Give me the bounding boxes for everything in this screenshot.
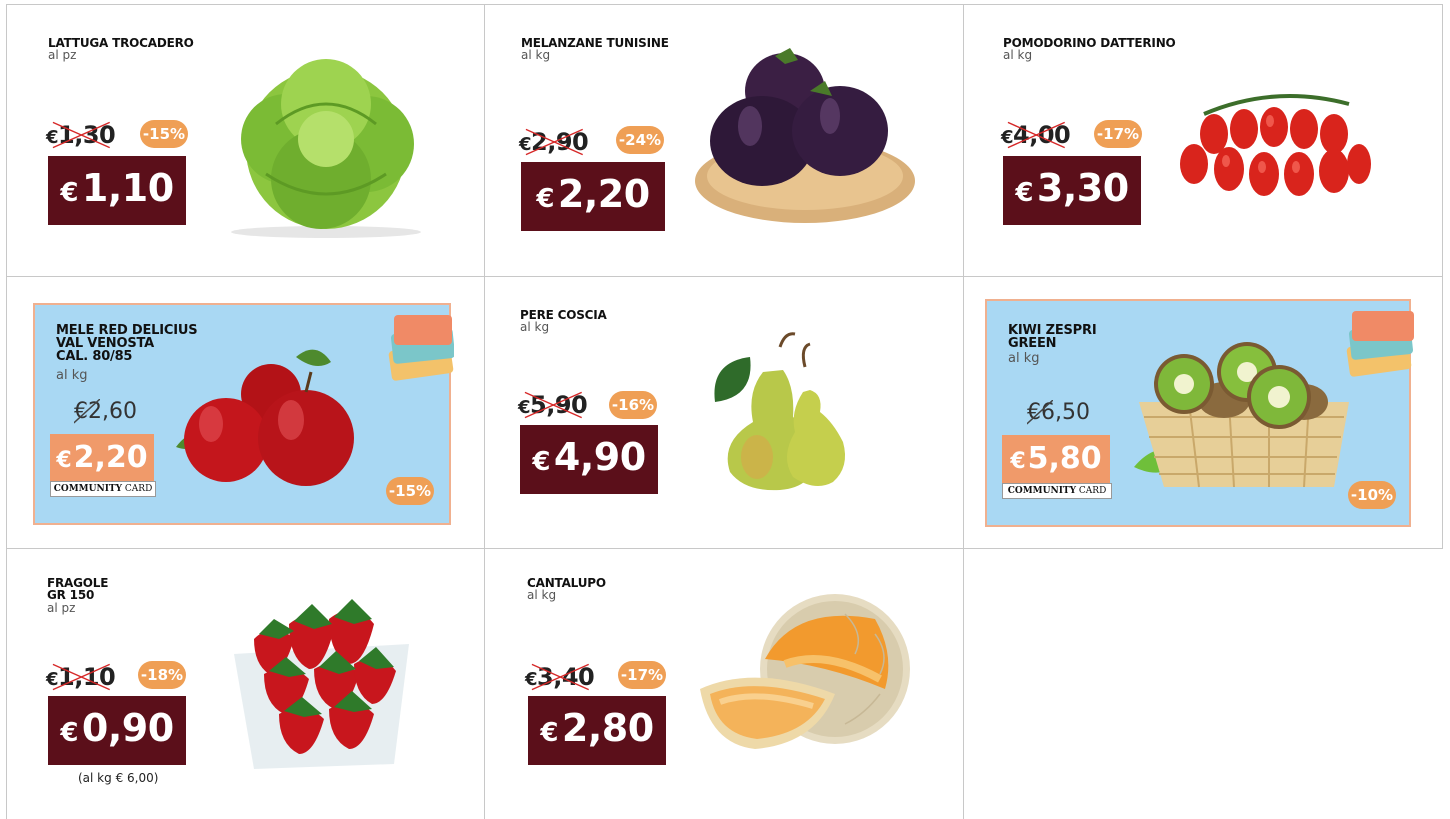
sale-price: €2,20 (521, 162, 665, 231)
old-price: €6,50 (1027, 400, 1090, 425)
community-card-price: €5,80 (1002, 435, 1110, 486)
product-name: KIWI ZESPRI GREEN (1008, 323, 1097, 351)
sale-price: €1,10 (48, 156, 186, 225)
product-card-pere[interactable]: PERE COSCIA al kg €5,90 -16% €4,90 (485, 277, 964, 548)
product-unit: al kg (56, 368, 88, 383)
product-card-melanzane[interactable]: MELANZANE TUNISINE al kg €2,90 -24% €2,2… (485, 4, 964, 276)
price-per-kg: (al kg € 6,00) (78, 771, 159, 785)
product-unit: al kg (1008, 351, 1040, 366)
old-price: €1,30 (46, 121, 116, 149)
old-price: €5,90 (518, 391, 588, 419)
product-unit: al kg (527, 588, 557, 602)
community-card-icon (384, 313, 454, 383)
sale-price: €0,90 (48, 696, 186, 765)
product-card-lattuga[interactable]: LATTUGA TROCADERO al pz €1,30 -15% €1,10 (6, 4, 484, 276)
sale-price: €4,90 (520, 425, 658, 494)
melon-image (700, 594, 910, 749)
community-card-label: COMMUNITY CARD (1002, 483, 1112, 499)
product-name: FRAGOLE GR 150 (47, 576, 109, 602)
product-unit: al kg (521, 48, 551, 62)
apple-image (176, 349, 354, 486)
kiwi-image (1134, 342, 1349, 488)
discount-badge: -17% (1094, 120, 1142, 148)
product-card-fragole[interactable]: FRAGOLE GR 150 al pz €1,10 -18% €0,90 (a… (6, 549, 484, 819)
discount-badge: -15% (140, 120, 188, 148)
community-card-price: €2,20 (50, 434, 154, 485)
product-card-pomodorino[interactable]: POMODORINO DATTERINO al kg €4,00 -17% €3… (964, 4, 1443, 276)
discount-badge: -18% (138, 661, 186, 689)
old-price: €2,60 (74, 399, 137, 424)
pear-image (714, 332, 846, 491)
sale-price: €2,80 (528, 696, 666, 765)
old-price: €4,00 (1001, 121, 1071, 149)
product-unit: al kg (520, 320, 550, 334)
lettuce-image (231, 59, 421, 238)
product-card-cantalupo[interactable]: CANTALUPO al kg €3,40 -17% €2,80 (485, 549, 964, 819)
strawberry-image (234, 599, 409, 769)
discount-badge: -24% (616, 126, 664, 154)
community-card-label: COMMUNITY CARD (50, 481, 156, 497)
product-card-mele[interactable]: MELE RED DELICIUS VAL VENOSTA CAL. 80/85… (6, 277, 484, 548)
discount-badge: -16% (609, 391, 657, 419)
old-price: €2,90 (519, 128, 589, 156)
old-price: €1,10 (46, 663, 116, 691)
tomato-image (1180, 94, 1371, 196)
discount-badge: -17% (618, 661, 666, 689)
product-unit: al pz (47, 601, 76, 615)
eggplant-image (695, 48, 915, 223)
sale-price: €3,30 (1003, 156, 1141, 225)
product-unit: al kg (1003, 48, 1033, 62)
discount-badge: -15% (386, 477, 434, 505)
product-unit: al pz (48, 48, 77, 62)
product-card-kiwi[interactable]: KIWI ZESPRI GREEN al kg €6,50 €5,80 COMM… (964, 277, 1443, 548)
old-price: €3,40 (525, 663, 595, 691)
